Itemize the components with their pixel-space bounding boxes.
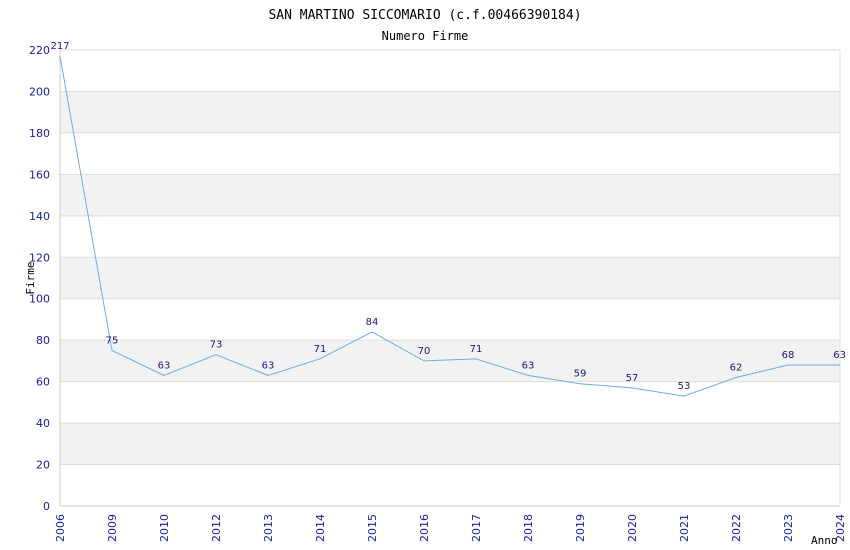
- x-tick-label: 2020: [626, 514, 639, 542]
- y-tick-label: 20: [36, 459, 50, 472]
- data-label: 57: [626, 373, 639, 384]
- x-tick-label: 2012: [210, 514, 223, 542]
- y-tick-label: 180: [29, 127, 50, 140]
- grid-band: [60, 50, 840, 92]
- y-tick-label: 40: [36, 417, 50, 430]
- y-tick-label: 220: [29, 44, 50, 57]
- y-tick-label: 60: [36, 376, 50, 389]
- grid-band: [60, 464, 840, 506]
- x-axis-label: Anno: [811, 534, 838, 547]
- background-bands: [60, 50, 840, 506]
- x-tick-label: 2010: [158, 514, 171, 542]
- data-label: 71: [470, 344, 483, 355]
- x-tick-label: 2009: [106, 514, 119, 542]
- grid-band: [60, 257, 840, 299]
- x-tick-label: 2023: [782, 514, 795, 542]
- y-tick-label: 200: [29, 85, 50, 98]
- x-tick-label: 2017: [470, 514, 483, 542]
- x-tick-label: 2019: [574, 514, 587, 542]
- grid-band: [60, 174, 840, 216]
- grid-band: [60, 91, 840, 133]
- data-label: 59: [574, 369, 587, 380]
- x-tick-label: 2015: [366, 514, 379, 542]
- y-tick-label: 80: [36, 334, 50, 347]
- grid-band: [60, 381, 840, 424]
- y-tick-label: 140: [29, 210, 50, 223]
- data-label: 70: [418, 346, 431, 357]
- data-label: 63: [522, 360, 535, 371]
- line-chart: SAN MARTINO SICCOMARIO (c.f.00466390184)…: [24, 8, 847, 547]
- grid-band: [60, 340, 840, 382]
- data-label: 63: [262, 360, 275, 371]
- x-tick-label: 2018: [522, 514, 535, 542]
- chart-title: SAN MARTINO SICCOMARIO (c.f.00466390184): [268, 8, 581, 23]
- data-label: 63: [158, 360, 171, 371]
- grid-band: [60, 215, 840, 258]
- data-label: 84: [366, 317, 379, 328]
- x-tick-label: 2022: [730, 514, 743, 542]
- grid-band: [60, 298, 840, 341]
- y-axis-label: Firme: [24, 261, 37, 294]
- data-label: 73: [210, 340, 223, 351]
- x-tick-label: 2016: [418, 514, 431, 542]
- data-label: 75: [106, 336, 119, 347]
- x-tick-label: 2013: [262, 514, 275, 542]
- data-label: 71: [314, 344, 327, 355]
- grid-band: [60, 132, 840, 175]
- x-tick-label: 2006: [54, 514, 67, 542]
- chart-subtitle: Numero Firme: [382, 29, 469, 43]
- data-label: 217: [50, 41, 69, 52]
- x-tick-label: 2021: [678, 514, 691, 542]
- x-tick-labels: 2006 2009 2010 2012 2013 2014 2015 2016 2017 2018…: [54, 514, 847, 542]
- data-label: 53: [678, 381, 691, 392]
- y-tick-label: 160: [29, 168, 50, 181]
- data-label: 62: [730, 362, 743, 373]
- grid-band: [60, 423, 840, 465]
- data-label: 63: [833, 350, 846, 361]
- x-tick-label: 2014: [314, 514, 327, 542]
- data-label: 68: [782, 350, 795, 361]
- y-tick-label: 0: [43, 500, 50, 513]
